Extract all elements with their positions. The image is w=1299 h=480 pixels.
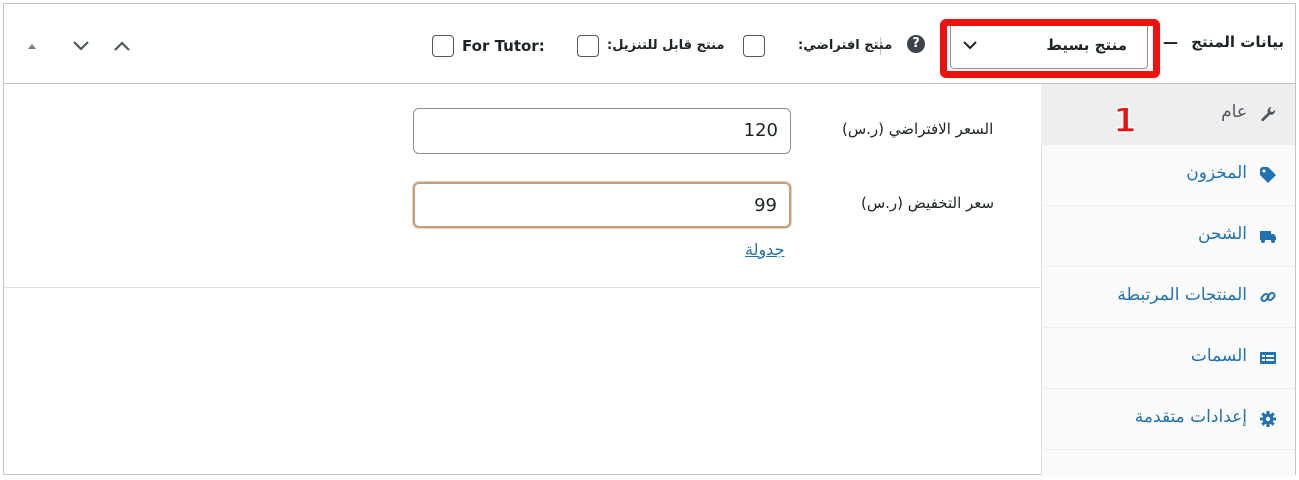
- regular-price-label: السعر الافتراضي (ر.س): [842, 120, 994, 138]
- tab-shipping[interactable]: الشحن: [1041, 206, 1295, 267]
- product-data-panel: بيانات المنتج — منتج بسيط ? منتج افتراضي…: [3, 3, 1296, 476]
- sale-price-value: 99: [754, 195, 777, 216]
- virtual-checkbox[interactable]: [743, 35, 765, 57]
- product-type-value: منتج بسيط: [1046, 36, 1127, 54]
- regular-price-value: 120: [743, 120, 778, 141]
- title-dash: —: [1163, 33, 1178, 51]
- collapse-toggle-icon[interactable]: [22, 38, 42, 54]
- tab-inventory-label: المخزون: [1186, 163, 1247, 183]
- virtual-label: منتج افتراضي:: [798, 38, 893, 53]
- panel-header: بيانات المنتج — منتج بسيط ? منتج افتراضي…: [4, 4, 1295, 84]
- link-icon: [1260, 291, 1276, 303]
- tab-general-label: عام: [1221, 102, 1247, 122]
- tag-icon: [1260, 167, 1276, 183]
- product-data-tabs: عام المخزون الشحن المنتجات المرتبطة السم…: [1041, 84, 1295, 476]
- move-down-icon[interactable]: [71, 38, 91, 54]
- tab-linked-products-label: المنتجات المرتبطة: [1117, 285, 1247, 305]
- tab-shipping-label: الشحن: [1198, 224, 1247, 244]
- move-up-icon[interactable]: [112, 38, 132, 54]
- panel-title: بيانات المنتج: [1191, 33, 1284, 51]
- downloadable-checkbox[interactable]: [577, 35, 599, 57]
- downloadable-label: منتج قابل للتنزيل:: [607, 38, 725, 53]
- list-icon: [1260, 352, 1276, 364]
- tab-advanced[interactable]: إعدادات متقدمة: [1041, 389, 1295, 450]
- content-divider: [4, 287, 1040, 288]
- sale-price-label: سعر التخفيض (ر.س): [861, 194, 995, 212]
- sale-price-input[interactable]: 99: [413, 182, 791, 228]
- schedule-link[interactable]: جدولة: [745, 240, 784, 259]
- product-type-select[interactable]: منتج بسيط: [950, 21, 1148, 69]
- tab-linked-products[interactable]: المنتجات المرتبطة: [1041, 267, 1295, 328]
- truck-icon: [1260, 231, 1276, 243]
- tab-attributes[interactable]: السمات: [1041, 328, 1295, 389]
- wrench-icon: [1261, 107, 1276, 122]
- question-circle-icon[interactable]: ?: [907, 35, 925, 53]
- tutor-checkbox[interactable]: [432, 35, 454, 57]
- tutor-label: For Tutor:: [462, 37, 545, 55]
- regular-price-input[interactable]: 120: [413, 108, 791, 154]
- chevron-down-icon: [963, 41, 977, 50]
- tab-inventory[interactable]: المخزون: [1041, 145, 1295, 206]
- gear-icon: [1260, 411, 1276, 427]
- tab-advanced-label: إعدادات متقدمة: [1134, 407, 1247, 427]
- annotation-step-number: 1: [1112, 100, 1137, 142]
- tab-general[interactable]: عام: [1041, 84, 1295, 145]
- tab-attributes-label: السمات: [1190, 346, 1247, 366]
